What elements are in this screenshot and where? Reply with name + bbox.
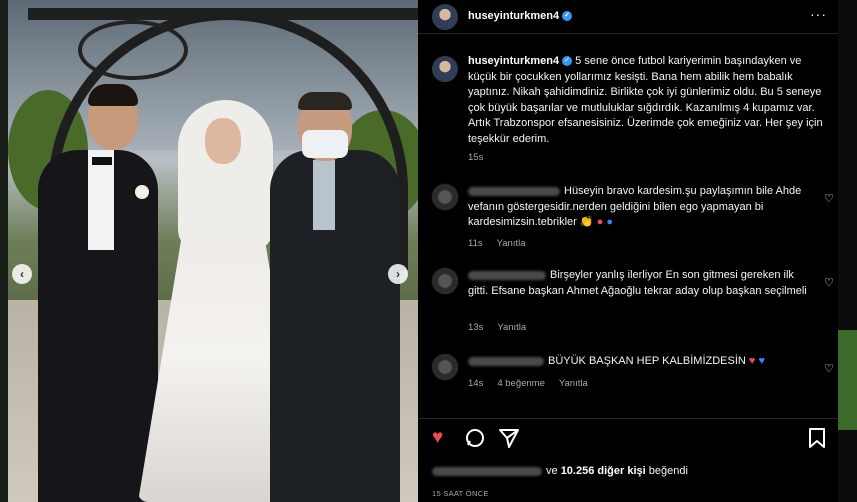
comment-avatar[interactable] <box>432 354 458 380</box>
post-header: huseyinturkmen4 ✓ ··· <box>418 0 838 34</box>
likes-summary: ve 10.256 diğer kişi beğendi <box>432 465 688 477</box>
post-timestamp: 15 SAAT ÖNCE <box>432 489 489 498</box>
comment-text: BÜYÜK BAŞKAN HEP KALBİMİZDESİN ♥ ♥ <box>468 354 808 370</box>
comment-meta: 13s Yanıtla <box>468 322 540 333</box>
header-username[interactable]: huseyinturkmen4 <box>468 10 559 22</box>
comment-timestamp: 13s <box>468 322 484 333</box>
caption-body: 5 sene önce futbol kariyerimin başındayk… <box>468 55 823 145</box>
comment-bubble-icon[interactable] <box>464 427 486 455</box>
photo-ornament <box>78 20 188 80</box>
post-details-panel: huseyinturkmen4 ✓ ··· huseyinturkmen4 ✓ 5 … <box>418 0 838 502</box>
blurred-liker-names[interactable] <box>432 466 542 476</box>
previous-photo-button[interactable]: ‹ <box>12 264 32 284</box>
verified-badge-icon: ✓ <box>562 11 573 22</box>
face-mask <box>302 130 348 158</box>
caption-timestamp: 15s <box>468 152 484 163</box>
comment-avatar[interactable] <box>432 268 458 294</box>
comment-avatar[interactable] <box>432 184 458 210</box>
comment-like-heart-icon[interactable]: ♡ <box>824 362 834 375</box>
likes-count[interactable]: 10.256 diğer kişi <box>561 465 646 477</box>
like-heart-icon[interactable]: ♥ <box>432 427 443 449</box>
witness <box>270 150 400 502</box>
caption-text: huseyinturkmen4 ✓ 5 sene önce futbol kari… <box>468 54 828 147</box>
groom-bowtie <box>92 157 112 165</box>
blue-circle-icon: ● <box>606 216 613 228</box>
blue-heart-icon: ♥ <box>758 355 766 367</box>
comment-meta: 11s Yanıtla <box>468 238 540 249</box>
caption-avatar[interactable] <box>432 56 458 82</box>
more-dots-icon[interactable]: ··· <box>810 6 827 22</box>
comment-likes-count[interactable]: 4 beğenme <box>497 378 545 389</box>
backdrop-right <box>838 0 857 502</box>
comment-meta: 14s 4 beğenme Yanıtla <box>468 378 602 389</box>
backdrop-left <box>0 0 8 502</box>
reply-button[interactable]: Yanıtla <box>497 322 526 333</box>
verified-badge-icon: ✓ <box>562 56 573 67</box>
header-username-row: huseyinturkmen4 ✓ <box>468 10 573 22</box>
blurred-username[interactable] <box>468 270 546 280</box>
next-photo-button[interactable]: › <box>388 264 408 284</box>
backdrop-image-fragment <box>838 330 857 430</box>
witness-shirt <box>313 160 335 230</box>
comment-text: Hüseyin bravo kardesim.şu paylaşımın bil… <box>468 184 808 231</box>
reply-button[interactable]: Yanıtla <box>559 378 588 389</box>
red-circle-icon: ● <box>596 216 604 228</box>
red-heart-icon: ♥ <box>748 355 756 367</box>
bride-face <box>205 118 241 164</box>
groom-hair <box>88 84 138 106</box>
comment-body: BÜYÜK BAŞKAN HEP KALBİMİZDESİN <box>548 355 746 367</box>
comment-text: Birşeyler yanlış ilerliyor En son gitmes… <box>468 268 808 299</box>
blurred-username[interactable] <box>468 356 544 366</box>
witness-hair <box>298 92 352 110</box>
post-photo: ‹ › <box>8 0 418 502</box>
post-modal: ‹ › huseyinturkmen4 ✓ ··· huseyinturkmen4… <box>8 0 838 502</box>
save-bookmark-icon[interactable] <box>808 427 826 455</box>
caption-username[interactable]: huseyinturkmen4 <box>468 55 559 67</box>
comment-timestamp: 14s <box>468 378 484 389</box>
boutonniere <box>135 185 149 199</box>
blurred-username[interactable] <box>468 186 560 196</box>
likes-conjunction: ve <box>546 465 558 477</box>
reply-button[interactable]: Yanıtla <box>497 238 526 249</box>
share-paper-plane-icon[interactable] <box>498 427 520 455</box>
comment-like-heart-icon[interactable]: ♡ <box>824 192 834 205</box>
likes-suffix: beğendi <box>648 465 688 477</box>
comment-timestamp: 11s <box>468 238 483 249</box>
avatar[interactable] <box>432 4 458 30</box>
comment-like-heart-icon[interactable]: ♡ <box>824 276 834 289</box>
post-actions: ♥ ve 10.256 diğer kişi beğendi 15 SAAT Ö… <box>418 418 838 502</box>
groom-shirt <box>88 150 114 250</box>
